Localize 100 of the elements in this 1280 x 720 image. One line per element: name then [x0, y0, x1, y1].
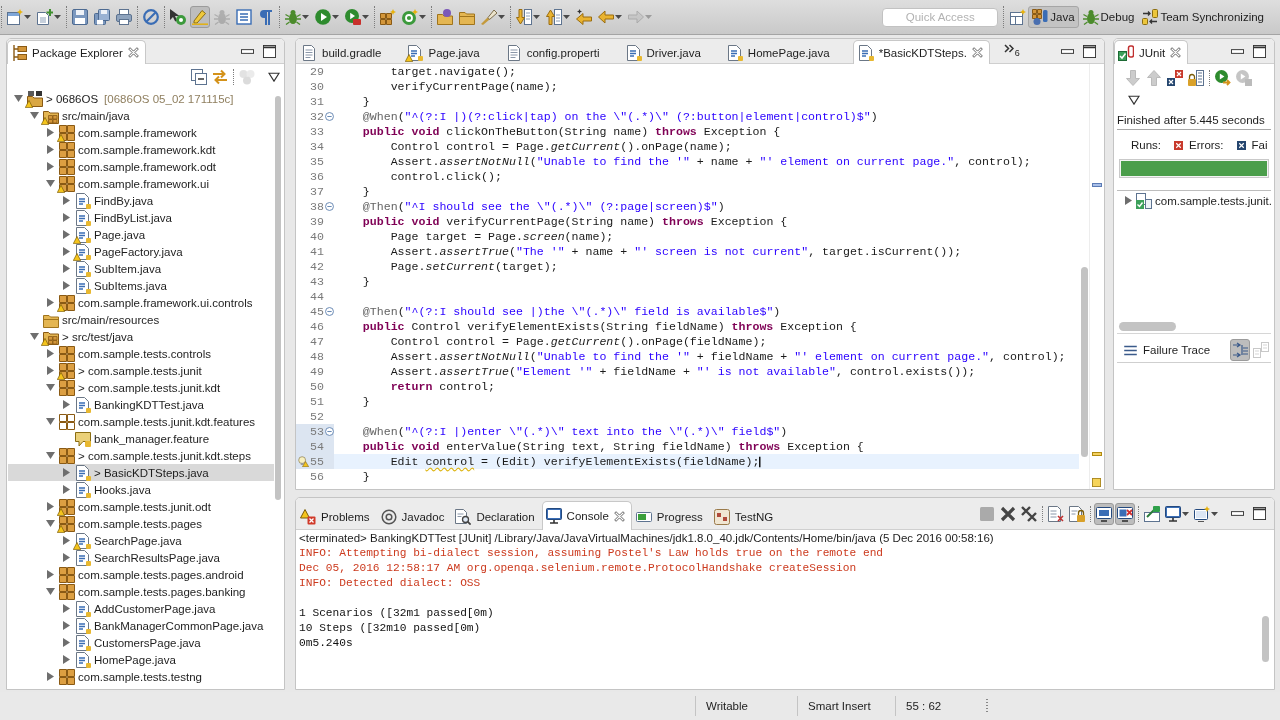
perspective-button[interactable]: Team Synchronizing: [1138, 6, 1268, 28]
close-icon[interactable]: [613, 510, 625, 522]
maximize-icon[interactable]: [1083, 44, 1096, 58]
minimize-icon[interactable]: [241, 48, 254, 54]
view-tab[interactable]: Problems: [296, 502, 377, 530]
triangle-right-icon[interactable]: [61, 213, 71, 222]
error-squares-button[interactable]: [1165, 67, 1185, 89]
tree-item[interactable]: HomePage.java: [8, 651, 274, 668]
tree-item[interactable]: BankingKDTTest.java: [8, 396, 274, 413]
quick-access-field[interactable]: Quick Access: [882, 7, 999, 27]
tree-item[interactable]: Hooks.java: [8, 481, 274, 498]
editor-tab[interactable]: Page.java: [402, 41, 501, 64]
printer-button[interactable]: [114, 6, 134, 28]
new-file-button[interactable]: [35, 6, 63, 28]
view-tab[interactable]: Progress: [631, 502, 710, 530]
triangle-right-icon[interactable]: [61, 655, 71, 664]
triangle-down-icon[interactable]: [45, 179, 55, 188]
arrows-lines-button[interactable]: [1230, 339, 1250, 361]
view-tab[interactable]: Declaration: [451, 502, 542, 530]
view-tab[interactable]: Package Explorer: [7, 40, 146, 64]
slashed-circle-button[interactable]: [141, 6, 161, 28]
more-tabs-button[interactable]: 6: [1003, 44, 1020, 58]
tree-item[interactable]: Page.java: [8, 226, 274, 243]
tree-item[interactable]: com.sample.tests.junit.odt: [8, 498, 274, 515]
tree-item[interactable]: com.sample.tests.controls: [8, 345, 274, 362]
minimize-icon[interactable]: [1231, 48, 1244, 54]
triangle-right-icon[interactable]: [61, 281, 71, 290]
tree-item[interactable]: com.sample.tests.pages.android: [8, 566, 274, 583]
triangle-right-icon[interactable]: [61, 485, 71, 494]
triangle-right-icon[interactable]: [45, 570, 55, 579]
fold-minus-icon[interactable]: [324, 112, 334, 121]
monitor-note-button[interactable]: [1094, 502, 1114, 525]
triangle-right-icon[interactable]: [61, 230, 71, 239]
perspective-button[interactable]: Java: [1028, 6, 1079, 28]
minimize-icon[interactable]: [1061, 48, 1074, 54]
triangle-down-icon[interactable]: [45, 417, 55, 426]
maximize-icon[interactable]: [1253, 44, 1266, 58]
fold-minus-icon[interactable]: [324, 307, 334, 316]
view-tab[interactable]: TestNG: [709, 502, 781, 530]
tree-item[interactable]: SearchResultsPage.java: [8, 549, 274, 566]
triangle-right-icon[interactable]: [45, 298, 55, 307]
tree-item[interactable]: PageFactory.java: [8, 243, 274, 260]
run-button[interactable]: [313, 6, 341, 28]
triangle-right-icon[interactable]: [61, 604, 71, 613]
triangle-down-icon[interactable]: [29, 111, 39, 120]
editor-tab[interactable]: *BasicKDTSteps.: [852, 40, 990, 64]
triangle-right-icon[interactable]: [61, 196, 71, 205]
tree-item[interactable]: com.sample.tests.testng: [8, 668, 274, 685]
boxed-lines-button[interactable]: [234, 6, 254, 28]
triangle-right-icon[interactable]: [61, 621, 71, 630]
star-arrow-button[interactable]: [574, 6, 594, 28]
maximize-icon[interactable]: [263, 44, 276, 58]
triangle-right-icon[interactable]: [61, 400, 71, 409]
tree-item[interactable]: com.sample.framework.kdt: [8, 141, 274, 158]
triangle-right-icon[interactable]: [45, 672, 55, 681]
tree-item[interactable]: com.sample.tests.junit.kdt.features: [8, 413, 274, 430]
triangle-right-icon[interactable]: [45, 502, 55, 511]
tree-item[interactable]: SubItem.java: [8, 260, 274, 277]
tree-item[interactable]: com.sample.framework.ui: [8, 175, 274, 192]
triangle-right-icon[interactable]: [61, 247, 71, 256]
tree-item[interactable]: com.sample.tests.junit.: [1114, 192, 1274, 209]
triangle-right-icon[interactable]: [45, 366, 55, 375]
scrollbar[interactable]: [1080, 267, 1088, 457]
up-arrow-button[interactable]: [544, 6, 572, 28]
minimize-icon[interactable]: [1231, 511, 1244, 516]
tree-item[interactable]: > 0686OS [0686OS 05_02 171115c]: [8, 90, 274, 107]
triangle-right-icon[interactable]: [61, 264, 71, 273]
editor-tab[interactable]: HomePage.java: [721, 41, 851, 64]
tree-item[interactable]: src/main/resources: [8, 311, 274, 328]
maximize-icon[interactable]: [1253, 507, 1266, 520]
triangle-right-icon[interactable]: [45, 128, 55, 137]
close-icon[interactable]: [1170, 47, 1182, 58]
tree-item[interactable]: com.sample.framework.ui.controls: [8, 294, 274, 311]
fold-minus-icon[interactable]: [324, 427, 334, 436]
lock-list-button[interactable]: [1186, 67, 1206, 89]
triangle-right-icon[interactable]: [61, 468, 71, 477]
triangle-right-icon[interactable]: [61, 536, 71, 545]
triangle-right-icon[interactable]: [61, 638, 71, 647]
down-arrow-button[interactable]: [514, 6, 542, 28]
view-tab[interactable]: JUnit: [1114, 40, 1189, 64]
triangle-down-icon[interactable]: [45, 451, 55, 460]
view-menu-icon[interactable]: [1128, 95, 1140, 105]
tree-item[interactable]: com.sample.tests.pages.banking: [8, 583, 274, 600]
editor-tab[interactable]: Driver.java: [620, 41, 722, 64]
triangle-right-icon[interactable]: [61, 553, 71, 562]
tree-item[interactable]: SubItems.java: [8, 277, 274, 294]
tree-item[interactable]: AddCustomerPage.java: [8, 600, 274, 617]
editor-tab[interactable]: config.properti: [500, 41, 621, 64]
fold-minus-icon[interactable]: [324, 202, 334, 211]
save-button[interactable]: [70, 6, 90, 28]
close-icon[interactable]: [971, 47, 983, 58]
tree-item[interactable]: CustomersPage.java: [8, 634, 274, 651]
triangle-down-icon[interactable]: [29, 332, 39, 341]
tree-item[interactable]: FindByList.java: [8, 209, 274, 226]
triangle-right-icon[interactable]: [45, 349, 55, 358]
tree-item[interactable]: > com.sample.tests.junit.kdt: [8, 379, 274, 396]
triangle-down-icon[interactable]: [45, 519, 55, 528]
scrollbar[interactable]: [275, 96, 281, 500]
view-tab[interactable]: Console: [541, 501, 632, 530]
scrollbar[interactable]: [1262, 616, 1269, 662]
